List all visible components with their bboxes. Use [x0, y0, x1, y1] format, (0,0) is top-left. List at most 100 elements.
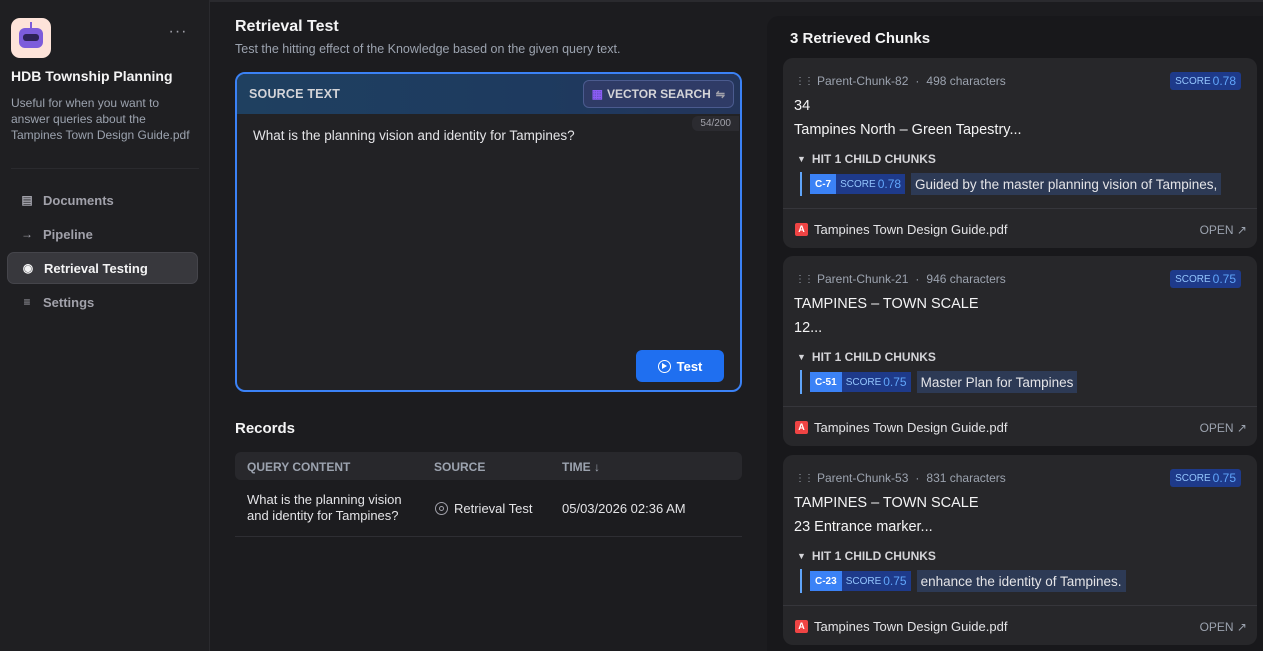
pipeline-icon: → [21, 227, 33, 241]
open-button[interactable]: OPEN ↗ [1200, 620, 1247, 634]
child-tag: C-51 [810, 372, 842, 392]
chunk-chars: 498 characters [926, 74, 1006, 88]
sidebar-item-label: Documents [43, 192, 114, 208]
grid-icon: ⋮⋮ [795, 75, 814, 87]
chevron-down-icon: ▼ [797, 352, 806, 362]
vector-icon: ▦ [591, 87, 603, 101]
test-button[interactable]: Test [636, 350, 724, 382]
target-icon [435, 502, 448, 515]
chunk-chars: 831 characters [926, 471, 1006, 485]
hit-child-toggle[interactable]: ▼ HIT 1 CHILD CHUNKS [797, 152, 936, 166]
chunk-id: Parent-Chunk-82 [817, 74, 909, 88]
sidebar-nav: ▤ Documents → Pipeline ◉ Retrieval Testi… [7, 184, 198, 320]
chunk-footer: A Tampines Town Design Guide.pdf OPEN ↗ [783, 208, 1257, 248]
query-header: SOURCE TEXT ▦ VECTOR SEARCH ⇋ [237, 74, 740, 114]
hit-label: HIT 1 CHILD CHUNKS [811, 350, 936, 364]
sidebar-item-label: Retrieval Testing [44, 260, 148, 276]
chunk-footer: A Tampines Town Design Guide.pdf OPEN ↗ [783, 406, 1257, 446]
child-score-value: 0.75 [883, 375, 907, 389]
hit-label: HIT 1 CHILD CHUNKS [811, 549, 936, 563]
score-badge: SCORE 0.78 [1170, 72, 1241, 90]
hit-child-toggle[interactable]: ▼ HIT 1 CHILD CHUNKS [797, 549, 936, 563]
chunk-line-2: 23 Entrance marker... [794, 519, 933, 535]
records-title: Records [235, 420, 296, 437]
child-text: Guided by the master planning vision of … [911, 173, 1222, 195]
child-score: SCORE 0.75 [841, 571, 911, 591]
sidebar-item-label: Pipeline [43, 226, 93, 242]
play-icon [657, 359, 671, 373]
vector-search-button[interactable]: ▦ VECTOR SEARCH ⇋ [582, 80, 734, 108]
query-input[interactable]: What is the planning vision and identity… [253, 128, 723, 328]
knowledge-description: Useful for when you want to answer queri… [11, 96, 190, 142]
score-label: SCORE [1175, 75, 1211, 87]
grid-icon: ⋮⋮ [795, 472, 814, 484]
settings-icon: ≡ [23, 295, 31, 309]
knowledge-title: HDB Township Planning [11, 68, 173, 84]
records-table-header: QUERY CONTENT SOURCE TIME ↓ [235, 452, 742, 480]
file-name: Tampines Town Design Guide.pdf [814, 619, 1008, 634]
child-score: SCORE 0.75 [841, 372, 911, 392]
sidebar-item-documents[interactable]: ▤ Documents [7, 184, 198, 216]
child-chunk: C-7 SCORE 0.78 Guided by the master plann… [800, 172, 1222, 196]
chunk-line-1: 34 [794, 98, 811, 114]
chunk-card[interactable]: ⋮⋮ Parent-Chunk-53 · 831 characters SCOR… [783, 455, 1257, 645]
hit-child-toggle[interactable]: ▼ HIT 1 CHILD CHUNKS [797, 350, 936, 364]
hit-label: HIT 1 CHILD CHUNKS [811, 152, 936, 166]
table-row[interactable]: What is the planning vision and identity… [235, 482, 742, 537]
page-title: Retrieval Test [235, 18, 339, 35]
chunk-card[interactable]: ⋮⋮ Parent-Chunk-82 · 498 characters SCOR… [783, 58, 1257, 248]
chunk-header: ⋮⋮ Parent-Chunk-82 · 498 characters [795, 74, 1006, 88]
pdf-icon: A [795, 421, 808, 434]
chunk-line-2: 12... [794, 320, 823, 336]
chunk-id: Parent-Chunk-21 [817, 272, 909, 286]
file-name: Tampines Town Design Guide.pdf [814, 420, 1008, 435]
test-button-label: Test [676, 358, 703, 374]
score-badge: SCORE 0.75 [1170, 469, 1241, 487]
chevron-down-icon: ▼ [797, 551, 806, 561]
search-mode-label: VECTOR SEARCH [606, 87, 711, 101]
record-source: Retrieval Test [435, 501, 533, 516]
chunk-line-1: TAMPINES – TOWN SCALE [794, 495, 979, 511]
query-panel: SOURCE TEXT ▦ VECTOR SEARCH ⇋ 54/200 Wha… [235, 72, 742, 392]
knowledge-avatar [11, 18, 51, 58]
divider [11, 168, 199, 169]
child-tag: C-23 [810, 571, 842, 591]
child-tag: C-7 [810, 174, 837, 194]
child-score-value: 0.78 [877, 177, 902, 191]
chunk-card[interactable]: ⋮⋮ Parent-Chunk-21 · 946 characters SCOR… [783, 256, 1257, 446]
chunk-header: ⋮⋮ Parent-Chunk-21 · 946 characters [795, 272, 1006, 286]
score-badge: SCORE 0.75 [1170, 270, 1241, 288]
results-title: 3 Retrieved Chunks [790, 30, 931, 47]
pdf-icon: A [795, 223, 808, 236]
score-label: SCORE [1175, 472, 1211, 484]
sliders-icon: ⇋ [715, 88, 725, 101]
sidebar-item-pipeline[interactable]: → Pipeline [7, 218, 198, 250]
chunk-chars: 946 characters [926, 272, 1006, 286]
score-value: 0.75 [1212, 272, 1236, 286]
separator-dot: · [915, 272, 920, 286]
sidebar-item-settings[interactable]: ≡ Settings [7, 286, 198, 318]
sidebar: ··· HDB Township Planning Useful for whe… [0, 0, 210, 651]
record-time: 05/03/2026 02:36 AM [562, 501, 686, 516]
robot-icon [19, 22, 43, 48]
child-score-label: SCORE [845, 575, 882, 587]
column-query-content: QUERY CONTENT [247, 460, 351, 474]
child-chunk: C-51 SCORE 0.75 Master Plan for Tampines [800, 370, 1078, 394]
column-time[interactable]: TIME ↓ [562, 460, 600, 474]
child-score: SCORE 0.78 [836, 174, 906, 194]
record-source-label: Retrieval Test [454, 501, 533, 516]
child-text: enhance the identity of Tampines. [916, 570, 1126, 592]
chunk-footer: A Tampines Town Design Guide.pdf OPEN ↗ [783, 605, 1257, 645]
sidebar-item-retrieval-testing[interactable]: ◉ Retrieval Testing [7, 252, 198, 284]
open-button[interactable]: OPEN ↗ [1200, 421, 1247, 435]
separator-dot: · [915, 471, 920, 485]
child-score-value: 0.75 [883, 574, 907, 588]
chunk-header: ⋮⋮ Parent-Chunk-53 · 831 characters [795, 471, 1006, 485]
pdf-icon: A [795, 620, 808, 633]
page-subtitle: Test the hitting effect of the Knowledge… [235, 42, 621, 56]
grid-icon: ⋮⋮ [795, 273, 814, 285]
chunk-id: Parent-Chunk-53 [817, 471, 909, 485]
open-button[interactable]: OPEN ↗ [1200, 223, 1247, 237]
more-horizontal-icon[interactable]: ··· [168, 24, 188, 47]
child-score-label: SCORE [840, 178, 876, 190]
